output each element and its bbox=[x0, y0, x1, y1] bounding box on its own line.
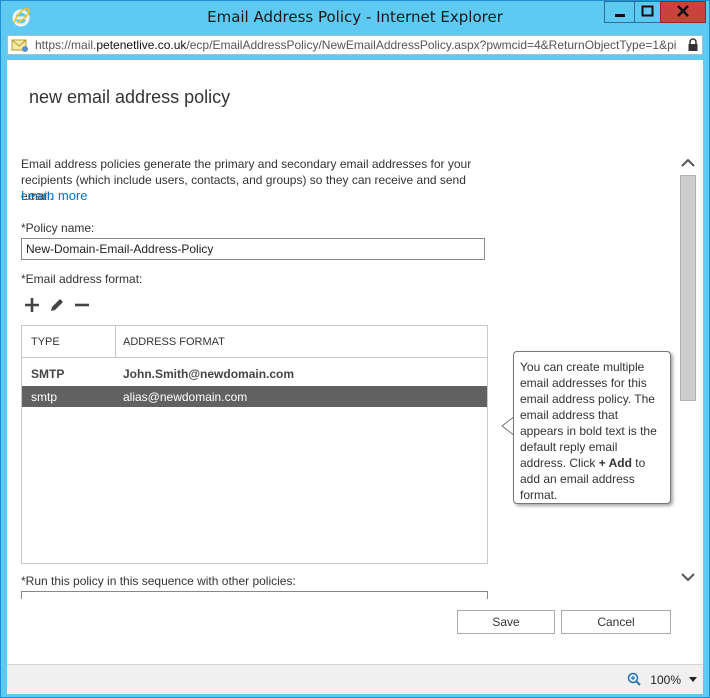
sequence-select[interactable] bbox=[21, 591, 488, 599]
lock-icon[interactable] bbox=[687, 38, 699, 52]
maximize-button[interactable] bbox=[634, 1, 661, 23]
policy-name-field[interactable]: New-Domain-Email-Address-Policy bbox=[21, 238, 485, 260]
table-row-selected[interactable]: smtp alias@newdomain.com bbox=[22, 386, 487, 407]
scroll-up-icon[interactable] bbox=[679, 156, 697, 170]
scroll-down-icon[interactable] bbox=[679, 570, 697, 584]
pencil-icon[interactable] bbox=[49, 297, 65, 313]
row-type: SMTP bbox=[31, 367, 65, 381]
column-header-type[interactable]: TYPE bbox=[31, 336, 60, 348]
row-type: smtp bbox=[31, 390, 58, 404]
dialog-content: new email address policy Email address p… bbox=[7, 60, 703, 664]
browser-window: Email Address Policy - Internet Explorer… bbox=[0, 0, 710, 698]
email-policy-page-icon bbox=[11, 39, 28, 52]
row-address: John.Smith@newdomain.com bbox=[123, 367, 295, 381]
column-header-address-format[interactable]: ADDRESS FORMAT bbox=[123, 336, 225, 348]
minimize-button[interactable] bbox=[604, 1, 635, 23]
row-address: alias@newdomain.com bbox=[123, 390, 248, 404]
title-bar: Email Address Policy - Internet Explorer bbox=[1, 1, 709, 34]
email-format-label: *Email address format: bbox=[21, 272, 143, 286]
table-row[interactable]: SMTP John.Smith@newdomain.com bbox=[22, 363, 487, 384]
address-bar[interactable]: https://mail.petenetlive.co.uk/ecp/Email… bbox=[7, 35, 703, 55]
zoom-level[interactable]: 100% bbox=[650, 673, 681, 687]
close-button[interactable] bbox=[660, 1, 706, 23]
cancel-button[interactable]: Cancel bbox=[561, 610, 671, 634]
status-bar: 100% bbox=[7, 664, 703, 694]
plus-icon[interactable] bbox=[24, 297, 40, 313]
minimize-icon bbox=[615, 14, 625, 17]
zoom-icon[interactable] bbox=[627, 672, 641, 686]
policy-name-label: *Policy name: bbox=[21, 221, 95, 235]
maximize-icon bbox=[641, 5, 654, 17]
sequence-label: *Run this policy in this sequence with o… bbox=[21, 574, 296, 588]
close-icon bbox=[677, 5, 689, 17]
window-title: Email Address Policy - Internet Explorer bbox=[207, 8, 503, 26]
email-format-table: TYPE ADDRESS FORMAT SMTP John.Smith@newd… bbox=[21, 325, 488, 564]
table-header: TYPE ADDRESS FORMAT bbox=[22, 326, 487, 358]
page-title: new email address policy bbox=[29, 87, 231, 107]
url-text: https://mail.petenetlive.co.uk/ecp/Email… bbox=[35, 38, 677, 52]
intro-text: Email address policies generate the prim… bbox=[21, 157, 472, 203]
chevron-down-icon[interactable] bbox=[689, 677, 697, 682]
help-callout: You can create multiple email addresses … bbox=[513, 351, 671, 504]
minus-icon[interactable] bbox=[74, 297, 90, 313]
scrollbar-thumb[interactable] bbox=[680, 175, 696, 401]
save-button[interactable]: Save bbox=[457, 610, 555, 634]
column-divider bbox=[115, 326, 116, 357]
learn-more-link[interactable]: Learn more bbox=[21, 188, 87, 203]
